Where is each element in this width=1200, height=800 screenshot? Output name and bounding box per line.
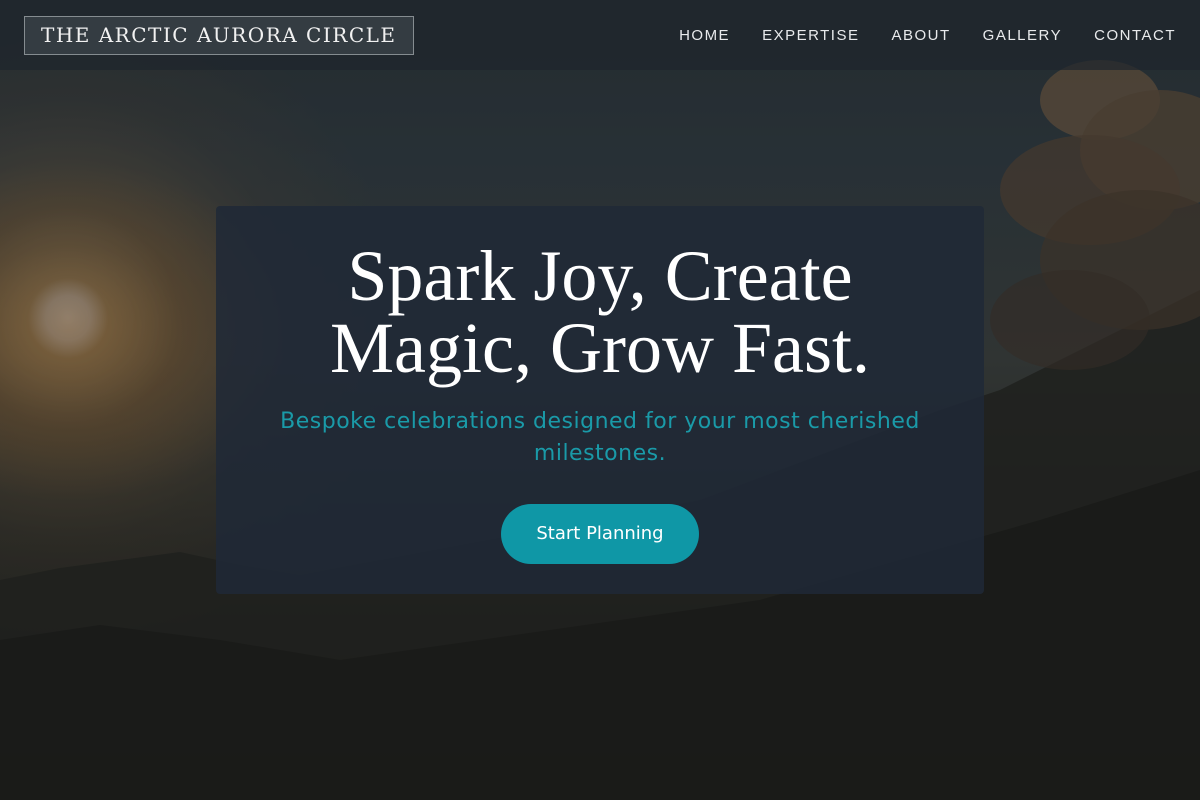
- main-nav: HOME EXPERTISE ABOUT GALLERY CONTACT: [679, 27, 1176, 44]
- hero-subtitle: Bespoke celebrations designed for your m…: [250, 406, 950, 470]
- hero-title-line-1: Spark Joy, Create: [347, 236, 853, 316]
- nav-link-gallery[interactable]: GALLERY: [983, 27, 1062, 44]
- nav-link-about[interactable]: ABOUT: [891, 27, 950, 44]
- top-navbar: THE ARCTIC AURORA CIRCLE HOME EXPERTISE …: [0, 0, 1200, 70]
- hero-subtitle-line-2: milestones.: [533, 441, 667, 466]
- start-planning-button[interactable]: Start Planning: [501, 504, 699, 564]
- hero-title-line-2: Magic, Grow Fast.: [330, 308, 870, 388]
- hero-subtitle-line-1: Bespoke celebrations designed for your m…: [280, 409, 920, 434]
- hero-title: Spark Joy, Create Magic, Grow Fast.: [280, 240, 920, 384]
- brand-logo[interactable]: THE ARCTIC AURORA CIRCLE: [24, 15, 414, 55]
- nav-link-expertise[interactable]: EXPERTISE: [762, 27, 859, 44]
- nav-link-contact[interactable]: CONTACT: [1094, 27, 1176, 44]
- hero-card: Spark Joy, Create Magic, Grow Fast. Besp…: [216, 206, 984, 594]
- nav-link-home[interactable]: HOME: [679, 27, 730, 44]
